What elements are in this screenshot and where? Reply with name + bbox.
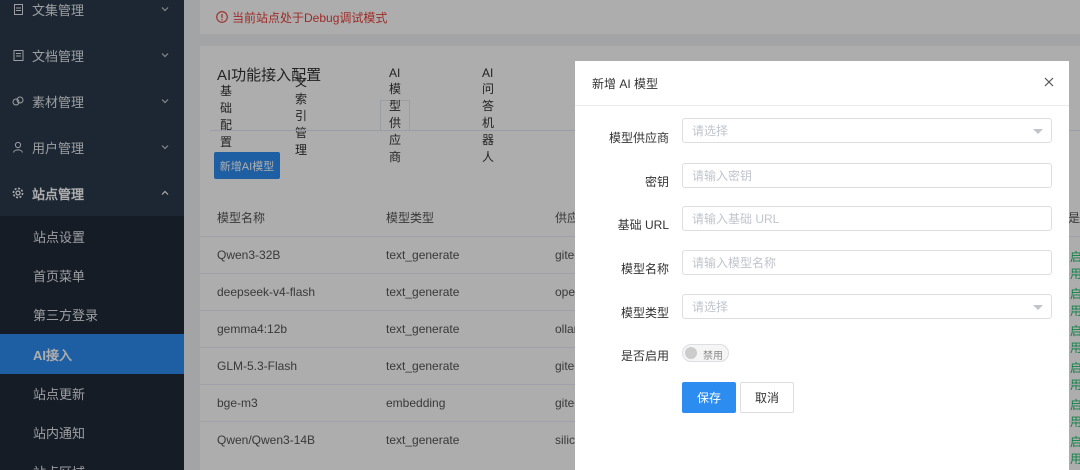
provider-select[interactable]: 请选择 (682, 118, 1052, 143)
base-url-label: 基础 URL (617, 218, 669, 232)
caret-down-icon (1033, 305, 1043, 310)
model-type-label: 模型类型 (620, 306, 669, 320)
model-type-select-placeholder: 请选择 (692, 300, 729, 314)
add-model-dialog: 新增 AI 模型 模型供应商 请选择 密钥 基础 URL 模型名称 模型类型 请… (575, 61, 1069, 470)
enabled-label: 是否启用 (620, 349, 669, 363)
model-name-label: 模型名称 (620, 262, 669, 276)
base-url-input[interactable] (682, 206, 1052, 231)
switch-knob (685, 347, 697, 359)
switch-text: 禁用 (703, 351, 723, 362)
caret-down-icon (1033, 129, 1043, 134)
provider-label: 模型供应商 (608, 131, 669, 145)
provider-select-placeholder: 请选择 (692, 124, 729, 138)
enabled-switch[interactable]: 禁用 (682, 344, 729, 362)
secret-input[interactable] (682, 163, 1052, 188)
close-icon[interactable] (1043, 76, 1055, 88)
secret-label: 密钥 (644, 175, 669, 189)
model-type-select[interactable]: 请选择 (682, 294, 1052, 319)
model-name-input[interactable] (682, 250, 1052, 275)
dialog-title: 新增 AI 模型 (592, 77, 659, 91)
dialog-divider (575, 105, 1069, 106)
cancel-button[interactable]: 取消 (740, 382, 794, 413)
save-button[interactable]: 保存 (682, 382, 736, 413)
